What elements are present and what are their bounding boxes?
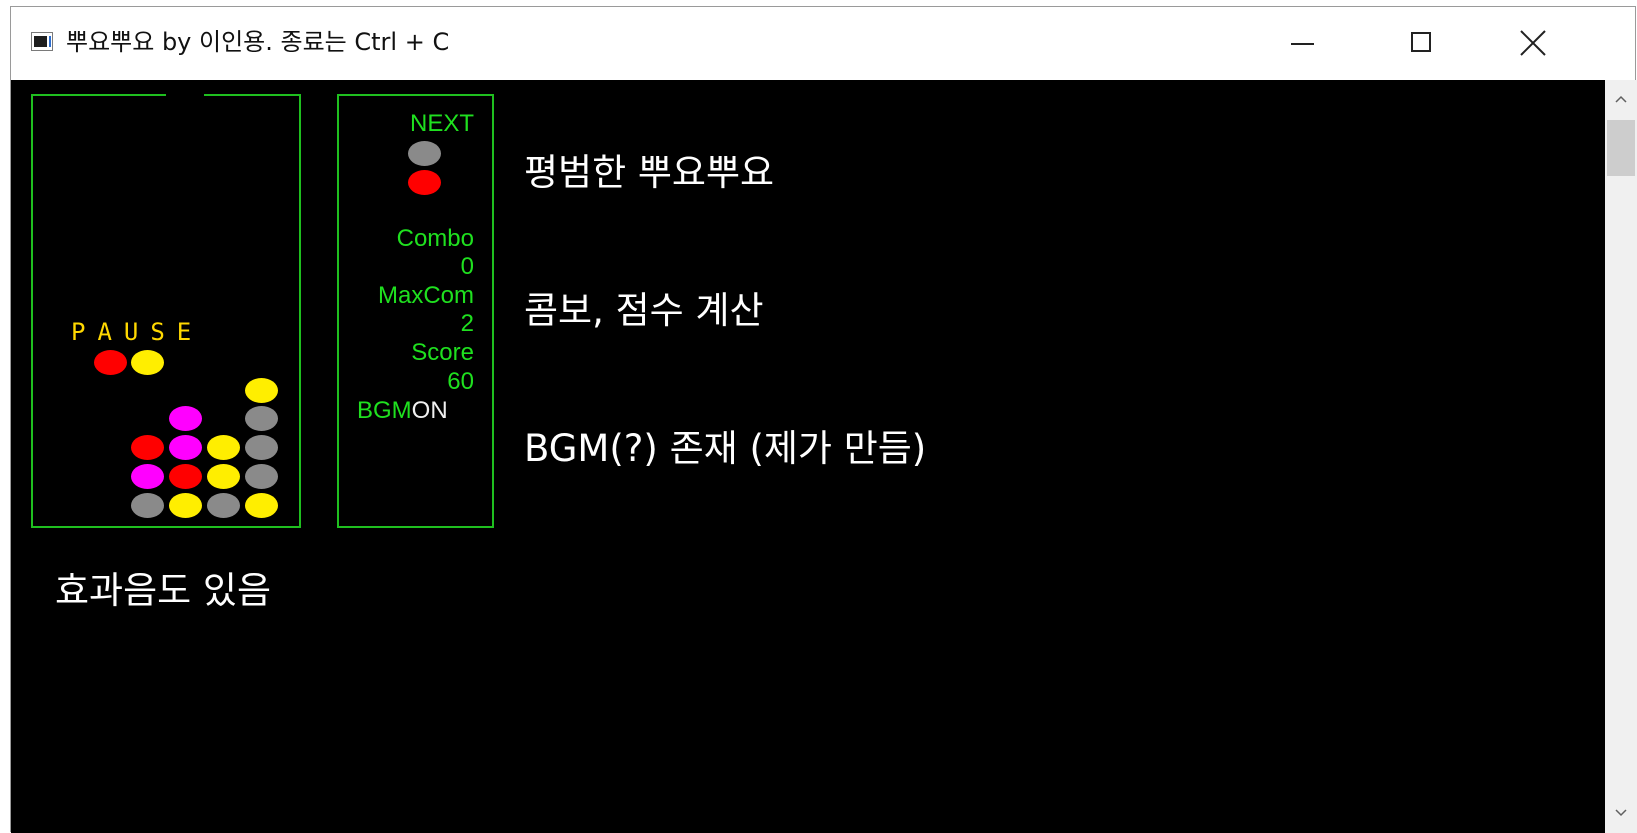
puyo-magenta xyxy=(169,406,202,431)
scroll-up-icon[interactable] xyxy=(1605,80,1637,120)
puyo-red xyxy=(131,435,164,460)
next-puyo-red xyxy=(408,170,441,195)
puyo-gray xyxy=(245,464,278,489)
title-bar[interactable]: 뿌요뿌요 by 이인용. 종료는 Ctrl + C xyxy=(11,7,1635,80)
puyo-gray xyxy=(245,406,278,431)
puyo-magenta xyxy=(131,464,164,489)
puyo-magenta xyxy=(169,435,202,460)
score-value: 60 xyxy=(447,368,474,395)
puyo-yellow xyxy=(245,378,278,403)
next-label: NEXT xyxy=(409,110,474,137)
maximize-button[interactable] xyxy=(1379,7,1449,80)
info-panel: NEXT Combo 0 MaxCom 2 Score 60 BGMON xyxy=(337,94,494,528)
combo-value: 0 xyxy=(460,253,474,280)
console-window: 뿌요뿌요 by 이인용. 종료는 Ctrl + C PAUSE NEXT Com… xyxy=(10,6,1637,833)
scroll-down-icon[interactable] xyxy=(1605,793,1637,833)
score-label: Score xyxy=(411,339,474,366)
scroll-thumb[interactable] xyxy=(1607,120,1635,176)
puyo-yellow xyxy=(207,435,240,460)
console-app-icon[interactable] xyxy=(31,32,53,51)
minimize-button[interactable] xyxy=(1261,7,1331,80)
annotation-line-2: 콤보, 점수 계산 xyxy=(524,289,764,332)
combo-label: Combo xyxy=(396,225,474,252)
falling-puyo-yellow xyxy=(131,350,164,375)
field-frame-top-right xyxy=(204,94,301,96)
panel-frame-left xyxy=(337,94,339,528)
bgm-label: BGM xyxy=(357,397,412,424)
field-frame-top-left xyxy=(31,94,166,96)
field-frame-left xyxy=(31,94,33,528)
game-field: PAUSE xyxy=(31,94,301,528)
annotation-line-3: BGM(?) 존재 (제가 만듬) xyxy=(524,427,927,470)
falling-puyo-red xyxy=(94,350,127,375)
minimize-icon xyxy=(1291,43,1314,45)
puyo-yellow xyxy=(169,493,202,518)
puyo-gray xyxy=(245,435,278,460)
maxcombo-label: MaxCom xyxy=(377,282,474,309)
close-icon xyxy=(1520,30,1546,56)
vertical-scrollbar[interactable] xyxy=(1605,80,1637,833)
puyo-red xyxy=(169,464,202,489)
maxcombo-value: 2 xyxy=(460,310,474,337)
annotation-line-4: 효과음도 있음 xyxy=(55,569,272,612)
pause-label: PAUSE xyxy=(71,318,204,346)
field-frame-bottom xyxy=(31,526,301,528)
panel-frame-right xyxy=(492,94,494,528)
frame-tick xyxy=(31,94,38,96)
bgm-value: ON xyxy=(411,397,448,424)
field-frame-right xyxy=(299,94,301,528)
puyo-yellow xyxy=(207,464,240,489)
next-puyo-gray xyxy=(408,141,441,166)
maximize-icon xyxy=(1411,32,1431,52)
puyo-yellow xyxy=(245,493,278,518)
panel-frame-top xyxy=(337,94,494,96)
panel-frame-bottom xyxy=(337,526,494,528)
window-title: 뿌요뿌요 by 이인용. 종료는 Ctrl + C xyxy=(66,28,450,56)
puyo-gray xyxy=(207,493,240,518)
puyo-gray xyxy=(131,493,164,518)
close-button[interactable] xyxy=(1491,7,1561,80)
annotation-line-1: 평범한 뿌요뿌요 xyxy=(524,151,775,194)
bgm-status: BGMON xyxy=(357,397,448,425)
console-area: PAUSE NEXT Combo 0 MaxCom 2 Score 60 BGM… xyxy=(11,80,1605,833)
